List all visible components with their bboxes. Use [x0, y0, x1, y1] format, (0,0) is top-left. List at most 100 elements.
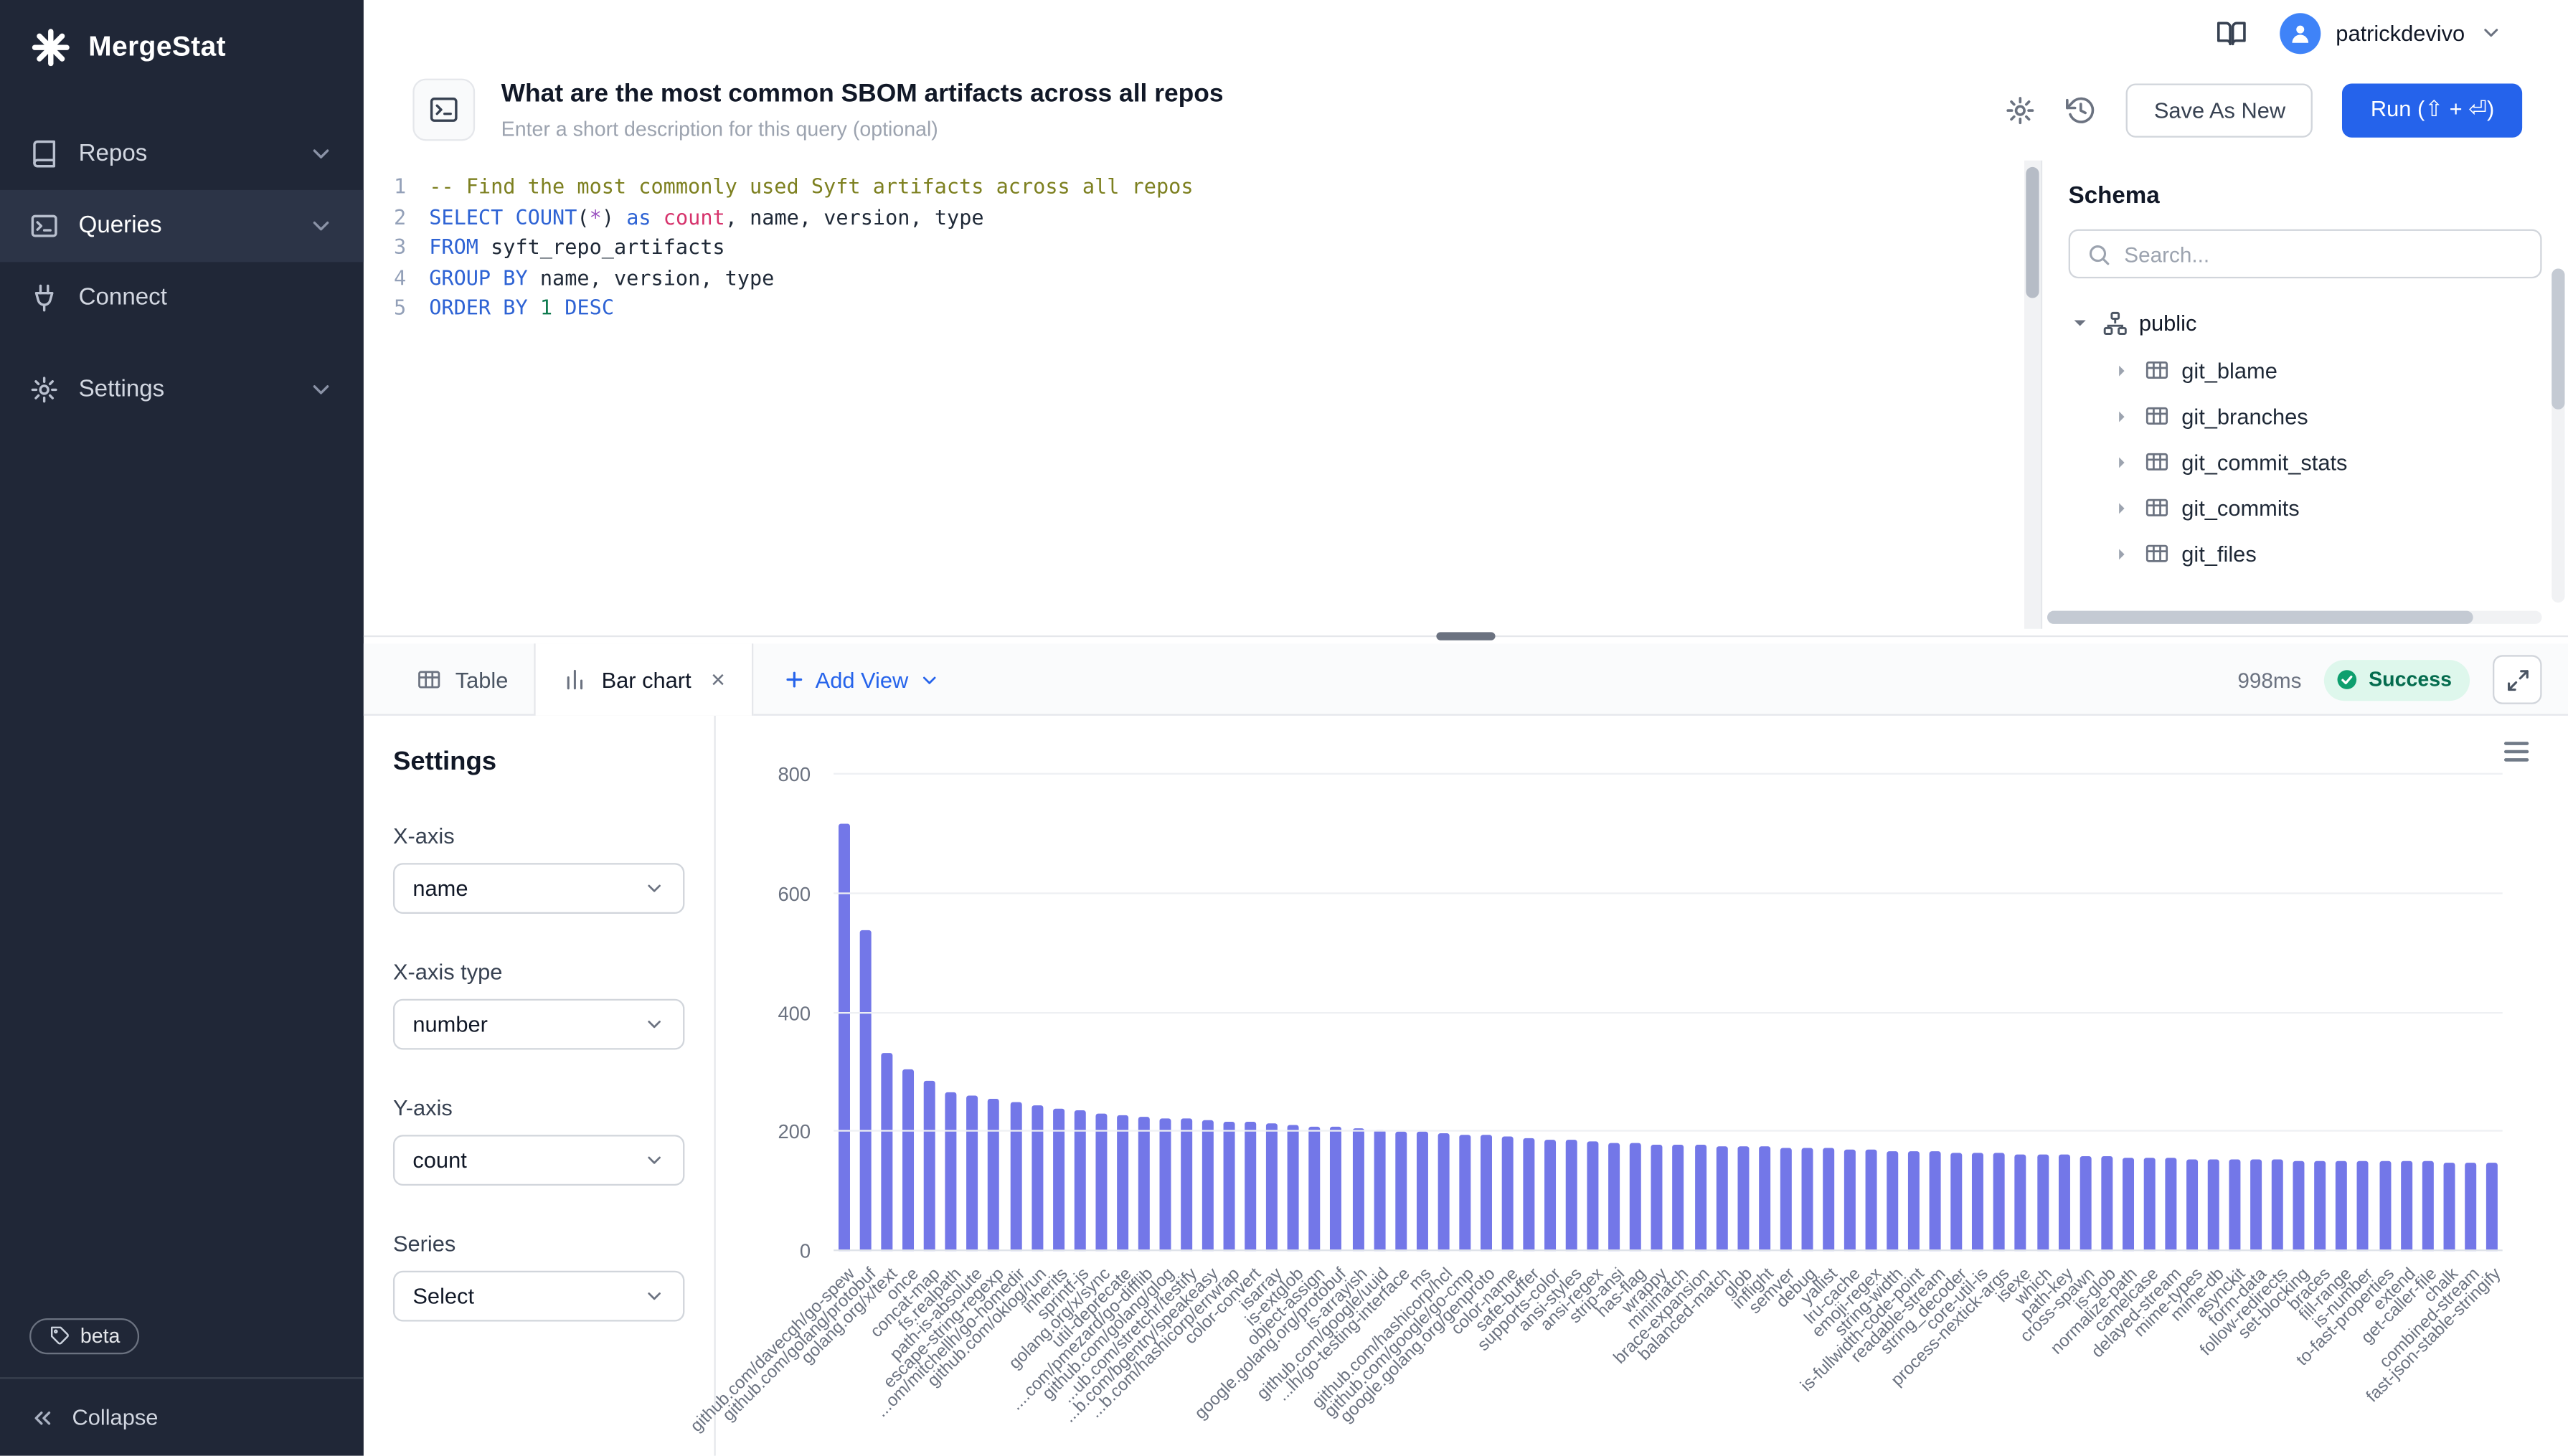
bar[interactable] [1095, 1113, 1107, 1252]
bar[interactable] [1481, 1135, 1492, 1251]
bar[interactable] [1502, 1137, 1514, 1251]
bar[interactable] [1716, 1145, 1727, 1251]
bar[interactable] [924, 1080, 935, 1251]
schema-table-row[interactable]: git_files [2069, 531, 2542, 577]
bar[interactable] [1566, 1140, 1577, 1251]
bar[interactable] [1202, 1120, 1214, 1252]
x-axis-type-select[interactable]: number [393, 999, 684, 1050]
schema-table-row[interactable]: git_commit_stats [2069, 439, 2542, 485]
schema-search-input[interactable] [2124, 242, 2524, 266]
bar[interactable] [1031, 1105, 1042, 1251]
caret-right-icon[interactable] [2111, 543, 2133, 564]
sql-editor[interactable]: 1-- Find the most commonly used Syft art… [364, 161, 2024, 629]
bar[interactable] [2015, 1154, 2026, 1251]
bar[interactable] [1331, 1128, 1342, 1252]
close-tab-icon[interactable]: × [711, 667, 725, 691]
caret-down-icon[interactable] [2069, 311, 2092, 334]
schema-vertical-scrollbar[interactable] [2552, 268, 2564, 602]
bar[interactable] [2208, 1159, 2219, 1251]
bar[interactable] [2036, 1155, 2048, 1252]
bar[interactable] [1395, 1131, 1407, 1252]
caret-right-icon[interactable] [2111, 359, 2133, 381]
app-logo[interactable]: MergeStat [0, 0, 364, 92]
bar[interactable] [2315, 1160, 2326, 1251]
bar[interactable] [1759, 1147, 1770, 1251]
fullscreen-button[interactable] [2493, 655, 2541, 704]
bar[interactable] [1651, 1144, 1663, 1251]
collapse-sidebar-button[interactable]: Collapse [0, 1377, 364, 1456]
bar[interactable] [1288, 1125, 1299, 1251]
bar[interactable] [945, 1092, 957, 1252]
bar[interactable] [1416, 1132, 1427, 1251]
bar[interactable] [988, 1099, 1000, 1252]
bar[interactable] [2486, 1163, 2498, 1251]
bar[interactable] [1438, 1133, 1449, 1251]
bar[interactable] [1138, 1117, 1150, 1252]
bar[interactable] [1866, 1150, 1877, 1251]
bar[interactable] [2186, 1159, 2198, 1252]
series-select[interactable]: Select [393, 1271, 684, 1322]
schema-table-row[interactable]: git_commits [2069, 485, 2542, 531]
bar[interactable] [1245, 1122, 1257, 1251]
caret-right-icon[interactable] [2111, 405, 2133, 427]
bar[interactable] [1609, 1143, 1620, 1251]
editor-scrollbar[interactable] [2024, 161, 2041, 629]
bar[interactable] [903, 1069, 915, 1251]
history-icon[interactable] [2066, 94, 2097, 125]
bar[interactable] [1844, 1149, 1856, 1251]
editor-scrollbar-thumb[interactable] [2026, 167, 2039, 298]
bar[interactable] [1673, 1145, 1684, 1252]
bar[interactable] [1930, 1152, 1941, 1252]
sidebar-item-settings[interactable]: Settings [0, 354, 364, 425]
x-axis-select[interactable]: name [393, 863, 684, 914]
docs-book-icon[interactable] [2217, 17, 2247, 48]
bar[interactable] [1352, 1128, 1364, 1251]
schema-horizontal-scrollbar[interactable] [2047, 611, 2542, 624]
bar[interactable] [1694, 1145, 1706, 1252]
y-axis-select[interactable]: count [393, 1135, 684, 1186]
bar[interactable] [2465, 1163, 2476, 1252]
bar[interactable] [2400, 1162, 2412, 1252]
bar[interactable] [1887, 1150, 1898, 1251]
bar[interactable] [1309, 1126, 1321, 1251]
schema-table-row[interactable]: git_branches [2069, 393, 2542, 439]
chart-menu-icon[interactable] [2504, 742, 2529, 761]
bar[interactable] [2293, 1160, 2305, 1251]
bar[interactable] [1544, 1139, 1556, 1251]
schema-vscroll-thumb[interactable] [2552, 268, 2564, 409]
splitter-handle[interactable] [1436, 632, 1495, 640]
caret-right-icon[interactable] [2111, 451, 2133, 473]
query-description-input[interactable]: Enter a short description for this query… [501, 117, 1224, 140]
bar[interactable] [1780, 1148, 1791, 1251]
bar[interactable] [2101, 1156, 2113, 1251]
bar[interactable] [839, 824, 850, 1251]
code-line[interactable]: 5ORDER BY 1 DESC [364, 293, 2024, 323]
schema-table-row[interactable]: git_blame [2069, 347, 2542, 393]
settings-gear-icon[interactable] [2005, 94, 2036, 125]
bar[interactable] [1737, 1146, 1749, 1251]
save-as-new-button[interactable]: Save As New [2126, 82, 2313, 136]
bar[interactable] [1523, 1138, 1534, 1252]
bar[interactable] [1159, 1117, 1171, 1251]
bar[interactable] [2123, 1157, 2134, 1251]
schema-hscroll-thumb[interactable] [2047, 611, 2473, 624]
bar[interactable] [1801, 1148, 1813, 1252]
panel-splitter[interactable] [364, 629, 2568, 644]
bar[interactable] [2379, 1162, 2390, 1252]
bar[interactable] [2250, 1160, 2262, 1251]
bar[interactable] [1181, 1119, 1192, 1251]
bar[interactable] [1459, 1135, 1471, 1252]
bar[interactable] [1908, 1151, 1920, 1252]
sidebar-item-connect[interactable]: Connect [0, 262, 364, 334]
tab-table[interactable]: Table [390, 643, 534, 715]
sidebar-item-queries[interactable]: Queries [0, 190, 364, 262]
caret-right-icon[interactable] [2111, 497, 2133, 519]
bar[interactable] [2165, 1158, 2176, 1252]
bar[interactable] [1224, 1121, 1235, 1251]
bar[interactable] [1587, 1142, 1599, 1252]
bar[interactable] [882, 1054, 893, 1252]
run-query-button[interactable]: Run (⇧ + ⏎) [2343, 82, 2522, 136]
bar[interactable] [1052, 1108, 1064, 1251]
code-line[interactable]: 1-- Find the most commonly used Syft art… [364, 172, 2024, 202]
code-line[interactable]: 4GROUP BY name, version, type [364, 263, 2024, 293]
